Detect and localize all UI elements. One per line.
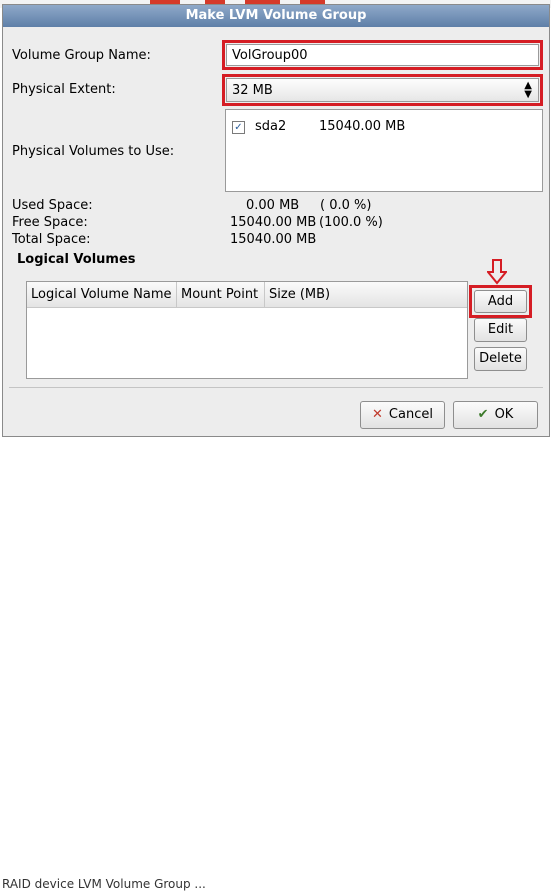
edit-button-label: Edit (487, 322, 514, 337)
used-space-label: Used Space: (12, 198, 93, 213)
cancel-icon: ✕ (372, 407, 383, 422)
background-window-bottom: RAID device LVM Volume Group ... (0, 436, 551, 891)
free-space-percent: (100.0 %) (319, 215, 383, 230)
ok-button-label: OK (494, 407, 514, 422)
vg-name-field[interactable]: VolGroup00 (226, 44, 539, 66)
total-space-value: 15040.00 MB (230, 232, 317, 247)
make-lvm-volume-group-dialog: Make LVM Volume Group Volume Group Name:… (2, 4, 550, 437)
background-text: RAID device LVM Volume Group ... (2, 877, 206, 891)
arrow-down-icon (487, 259, 507, 285)
add-button[interactable]: Add (474, 290, 527, 313)
ok-button[interactable]: ✔ OK (453, 401, 538, 429)
separator (9, 387, 543, 388)
cancel-button[interactable]: ✕ Cancel (360, 401, 445, 429)
free-space-label: Free Space: (12, 215, 88, 230)
physical-volumes-list[interactable]: ✓ sda2 15040.00 MB (225, 109, 543, 192)
physical-extent-value: 32 MB (232, 83, 273, 98)
checkbox-sda2[interactable]: ✓ (232, 121, 245, 134)
total-space-label: Total Space: (12, 232, 91, 247)
used-space-value: 0.00 MB (246, 198, 300, 213)
physical-extent-select[interactable]: 32 MB ▲ ▼ (226, 78, 539, 102)
edit-button[interactable]: Edit (474, 318, 527, 342)
physical-volumes-label: Physical Volumes to Use: (12, 144, 175, 159)
pv-device-name: sda2 (255, 119, 287, 134)
add-button-label: Add (487, 294, 514, 309)
ok-icon: ✔ (477, 407, 489, 422)
logical-volumes-table[interactable]: Logical Volume Name Mount Point Size (MB… (26, 281, 468, 379)
logical-volumes-heading: Logical Volumes (17, 252, 136, 267)
column-header-mount-point[interactable]: Mount Point (177, 282, 265, 308)
delete-button[interactable]: Delete (474, 347, 527, 371)
column-header-lv-name[interactable]: Logical Volume Name (27, 282, 177, 308)
physical-extent-label: Physical Extent: (12, 82, 116, 97)
used-space-percent: ( 0.0 %) (320, 198, 372, 213)
combo-arrows-icon: ▲ ▼ (524, 80, 532, 100)
delete-button-label: Delete (479, 351, 522, 366)
dialog-title: Make LVM Volume Group (3, 5, 549, 27)
cancel-button-label: Cancel (388, 407, 433, 422)
column-header-size[interactable]: Size (MB) (265, 282, 467, 308)
pv-device-size: 15040.00 MB (319, 119, 406, 134)
vg-name-label: Volume Group Name: (12, 48, 151, 63)
free-space-value: 15040.00 MB (230, 215, 317, 230)
